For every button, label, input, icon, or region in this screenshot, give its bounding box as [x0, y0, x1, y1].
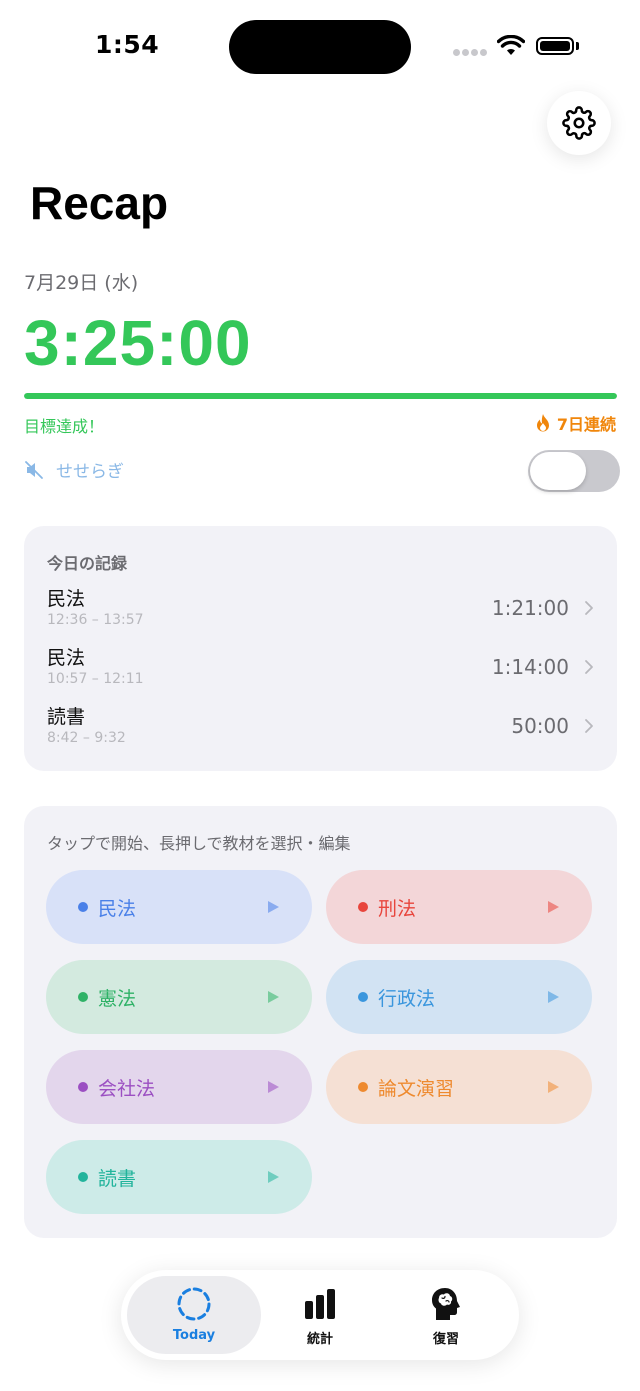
record-time-range: 10:57 – 12:11	[47, 671, 144, 687]
subject-label: 行政法	[378, 987, 436, 1010]
play-icon	[268, 1081, 279, 1093]
wifi-icon	[497, 35, 525, 55]
battery-cap	[576, 42, 579, 50]
subject-color-dot	[78, 1082, 88, 1092]
record-row[interactable]: 民法 12:36 – 13:57 1:21:00	[47, 584, 595, 636]
subject-label: 論文演習	[378, 1077, 455, 1100]
page-title: Recap	[30, 177, 169, 229]
play-icon	[268, 991, 279, 1003]
chevron-right-icon	[585, 601, 593, 615]
subject-label: 読書	[98, 1167, 137, 1190]
subject-button-keiho[interactable]: 刑法	[326, 870, 592, 944]
flame-icon	[536, 414, 549, 432]
subject-label: 刑法	[378, 897, 417, 920]
play-icon	[548, 1081, 559, 1093]
tab-label: 復習	[432, 1332, 459, 1347]
brain-head-icon	[432, 1288, 460, 1320]
dashed-circle-icon	[177, 1287, 211, 1321]
subject-label: 会社法	[98, 1077, 156, 1100]
subject-color-dot	[358, 902, 368, 912]
tab-review[interactable]: 復習	[379, 1276, 513, 1354]
tab-bar: Today 統計 復習	[121, 1270, 519, 1360]
play-icon	[548, 901, 559, 913]
chevron-right-icon	[585, 660, 593, 674]
ambient-sound-row: せせらぎ	[24, 457, 124, 482]
subject-color-dot	[78, 902, 88, 912]
speaker-muted-icon	[25, 460, 43, 479]
chevron-right-icon	[585, 719, 593, 733]
status-time: 1:54	[95, 30, 160, 59]
subject-label: 憲法	[98, 987, 137, 1010]
record-duration: 1:14:00	[491, 655, 569, 679]
goal-progress-fill	[24, 393, 617, 399]
elapsed-timer: 3:25:00	[24, 307, 252, 379]
subject-button-kaishaho[interactable]: 会社法	[46, 1050, 312, 1124]
subject-color-dot	[78, 1172, 88, 1182]
tab-stats[interactable]: 統計	[253, 1276, 387, 1354]
record-time-range: 12:36 – 13:57	[47, 612, 144, 628]
goal-progress-bar	[24, 393, 617, 399]
tab-label: 統計	[306, 1332, 333, 1347]
record-duration: 1:21:00	[491, 596, 569, 620]
streak-badge: 7日連続	[535, 411, 616, 435]
record-subject: 読書	[47, 706, 86, 728]
battery-icon	[536, 37, 574, 55]
subjects-hint: タップで開始、長押しで教材を選択・編集	[47, 834, 351, 853]
record-duration: 50:00	[511, 714, 569, 738]
subject-color-dot	[78, 992, 88, 1002]
subject-color-dot	[358, 992, 368, 1002]
subject-button-ronbun[interactable]: 論文演習	[326, 1050, 592, 1124]
subject-button-kenpo[interactable]: 憲法	[46, 960, 312, 1034]
play-icon	[268, 901, 279, 913]
dynamic-island	[229, 20, 411, 74]
ambient-sound-label: せせらぎ	[56, 462, 124, 482]
subject-button-minpo[interactable]: 民法	[46, 870, 312, 944]
subject-button-dokusho[interactable]: 読書	[46, 1140, 312, 1214]
record-row[interactable]: 民法 10:57 – 12:11 1:14:00	[47, 643, 595, 695]
play-icon	[548, 991, 559, 1003]
cellular-signal-icon	[453, 49, 487, 57]
tab-today[interactable]: Today	[127, 1276, 261, 1354]
record-subject: 民法	[47, 647, 86, 669]
records-header: 今日の記録	[47, 554, 128, 573]
streak-text: 7日連続	[556, 415, 616, 434]
ambient-sound-toggle[interactable]	[528, 450, 620, 492]
settings-button[interactable]	[547, 91, 611, 155]
tab-label: Today	[172, 1328, 216, 1343]
subject-label: 民法	[98, 897, 137, 920]
play-icon	[268, 1171, 279, 1183]
record-subject: 民法	[47, 588, 86, 610]
bar-chart-icon	[305, 1289, 335, 1319]
subject-button-gyoseiho[interactable]: 行政法	[326, 960, 592, 1034]
record-time-range: 8:42 – 9:32	[47, 730, 126, 746]
gear-icon	[562, 106, 596, 140]
goal-status: 目標達成！	[24, 417, 105, 436]
record-row[interactable]: 読書 8:42 – 9:32 50:00	[47, 702, 595, 754]
today-date: 7月29日 (水)	[24, 272, 139, 294]
subject-color-dot	[358, 1082, 368, 1092]
subjects-card: タップで開始、長押しで教材を選択・編集 民法 刑法 憲法 行政法 会社法 論文演…	[24, 806, 617, 1238]
today-records-card: 今日の記録 民法 12:36 – 13:57 1:21:00 民法 10:57 …	[24, 526, 617, 771]
